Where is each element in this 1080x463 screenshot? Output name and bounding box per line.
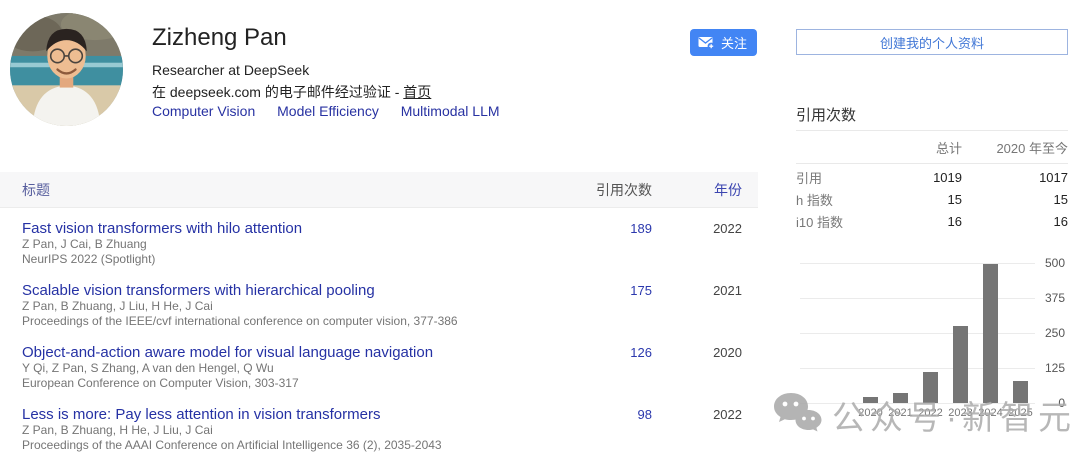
publication-authors: Z Pan, B Zhuang, J Liu, H He, J Cai	[22, 299, 213, 313]
follow-button[interactable]: 关注	[690, 29, 758, 56]
publication-year: 2022	[713, 221, 742, 236]
citation-stats-table: 总计 2020 年至今 引用 1019 1017 h 指数 15 15 i10 …	[796, 130, 1068, 232]
chart-xtick-label: 2024	[978, 407, 1003, 419]
column-header-year[interactable]: 年份	[652, 180, 742, 200]
publication-year: 2022	[713, 407, 742, 422]
verified-email-text: 在 deepseek.com 的电子邮件经过验证	[152, 84, 391, 100]
publication-year: 2020	[713, 345, 742, 360]
publication-venue: NeurIPS 2022 (Spotlight)	[22, 252, 156, 266]
chart-bar-2024	[983, 264, 998, 403]
column-header-cited-by[interactable]: 引用次数	[568, 180, 652, 200]
chart-bar-2022	[923, 372, 938, 403]
publication-venue: European Conference on Computer Vision, …	[22, 376, 299, 390]
chart-ytick-label: 375	[1044, 291, 1065, 305]
chart-xtick-label: 2021	[888, 407, 913, 419]
chart-gridline	[800, 298, 1035, 299]
interest-link-computer-vision[interactable]: Computer Vision	[152, 103, 255, 119]
publication-title-link[interactable]: Scalable vision transformers with hierar…	[22, 282, 568, 299]
create-profile-label: 创建我的个人资料	[879, 35, 984, 51]
publication-venue: Proceedings of the IEEE/cvf internationa…	[22, 314, 458, 328]
publication-row: Scalable vision transformers with hierar…	[0, 270, 758, 332]
envelope-add-icon	[698, 36, 715, 50]
chart-xtick-label: 2020	[858, 407, 883, 419]
chart-ytick-label: 250	[1044, 326, 1065, 340]
publication-row: Fast vision transformers with hilo atten…	[0, 208, 758, 270]
chart-xtick-label: 2025	[1008, 407, 1033, 419]
chart-gridline	[800, 368, 1035, 369]
chart-ytick-label: 500	[1044, 256, 1065, 270]
interests-list: Computer Vision Model Efficiency Multimo…	[152, 103, 518, 119]
chart-xtick-label: 2022	[918, 407, 943, 419]
create-profile-button[interactable]: 创建我的个人资料	[796, 29, 1068, 55]
profile-affiliation: Researcher at DeepSeek	[152, 62, 310, 78]
publication-title-link[interactable]: Fast vision transformers with hilo atten…	[22, 220, 568, 237]
publication-row: Less is more: Pay less attention in visi…	[0, 394, 758, 456]
interest-link-multimodal-llm[interactable]: Multimodal LLM	[401, 103, 500, 119]
profile-photo-illustration	[10, 13, 123, 126]
publication-venue: Proceedings of the AAAI Conference on Ar…	[22, 438, 442, 452]
publications-table: 标题 引用次数 年份 Fast vision transformers with…	[0, 172, 758, 456]
profile-photo	[10, 13, 123, 126]
chart-xtick-label: 2023	[948, 407, 973, 419]
profile-name: Zizheng Pan	[152, 24, 287, 51]
chart-gridline	[800, 263, 1035, 264]
publication-title-link[interactable]: Object-and-action aware model for visual…	[22, 344, 568, 361]
column-header-title[interactable]: 标题	[22, 180, 568, 200]
follow-button-label: 关注	[721, 36, 748, 51]
publication-authors: Z Pan, B Zhuang, H He, J Liu, J Cai	[22, 423, 213, 437]
divider	[796, 163, 1068, 164]
separator: -	[390, 84, 404, 100]
interest-link-model-efficiency[interactable]: Model Efficiency	[277, 103, 379, 119]
stats-row-i10-index: i10 指数 16 16	[796, 214, 1068, 230]
publication-row: Object-and-action aware model for visual…	[0, 332, 758, 394]
chart-ytick-label: 125	[1044, 361, 1065, 375]
publication-authors: Y Qi, Z Pan, S Zhang, A van den Hengel, …	[22, 361, 274, 375]
publication-cited-by-link[interactable]: 126	[568, 344, 652, 394]
verified-email-line: 在 deepseek.com 的电子邮件经过验证 - 首页	[152, 82, 431, 102]
publication-year: 2021	[713, 283, 742, 298]
publication-title-link[interactable]: Less is more: Pay less attention in visi…	[22, 406, 568, 423]
stats-row-h-index: h 指数 15 15	[796, 192, 1068, 208]
citations-per-year-chart: 0 125 250 375 500 2020 2021 2022 2023 2024 2025	[800, 256, 1068, 423]
chart-gridline	[800, 333, 1035, 334]
stats-row-citations: 引用 1019 1017	[796, 170, 1068, 186]
chart-bar-2020	[863, 397, 878, 403]
stats-column-total: 总计	[935, 140, 962, 156]
scholar-profile-page: Zizheng Pan Researcher at DeepSeek 在 dee…	[0, 0, 1080, 463]
publication-cited-by-link[interactable]: 175	[568, 282, 652, 332]
chart-bar-2023	[953, 326, 968, 403]
homepage-link[interactable]: 首页	[403, 84, 431, 100]
publications-table-header: 标题 引用次数 年份	[0, 172, 758, 208]
chart-bar-2025	[1013, 381, 1028, 403]
publication-authors: Z Pan, J Cai, B Zhuang	[22, 237, 147, 251]
chart-gridline	[800, 403, 1035, 404]
chart-bar-2021	[893, 393, 908, 403]
publication-cited-by-link[interactable]: 98	[568, 406, 652, 456]
stats-column-since: 2020 年至今	[996, 140, 1068, 156]
publication-cited-by-link[interactable]: 189	[568, 220, 652, 270]
citation-stats-heading: 引用次数	[796, 107, 857, 124]
